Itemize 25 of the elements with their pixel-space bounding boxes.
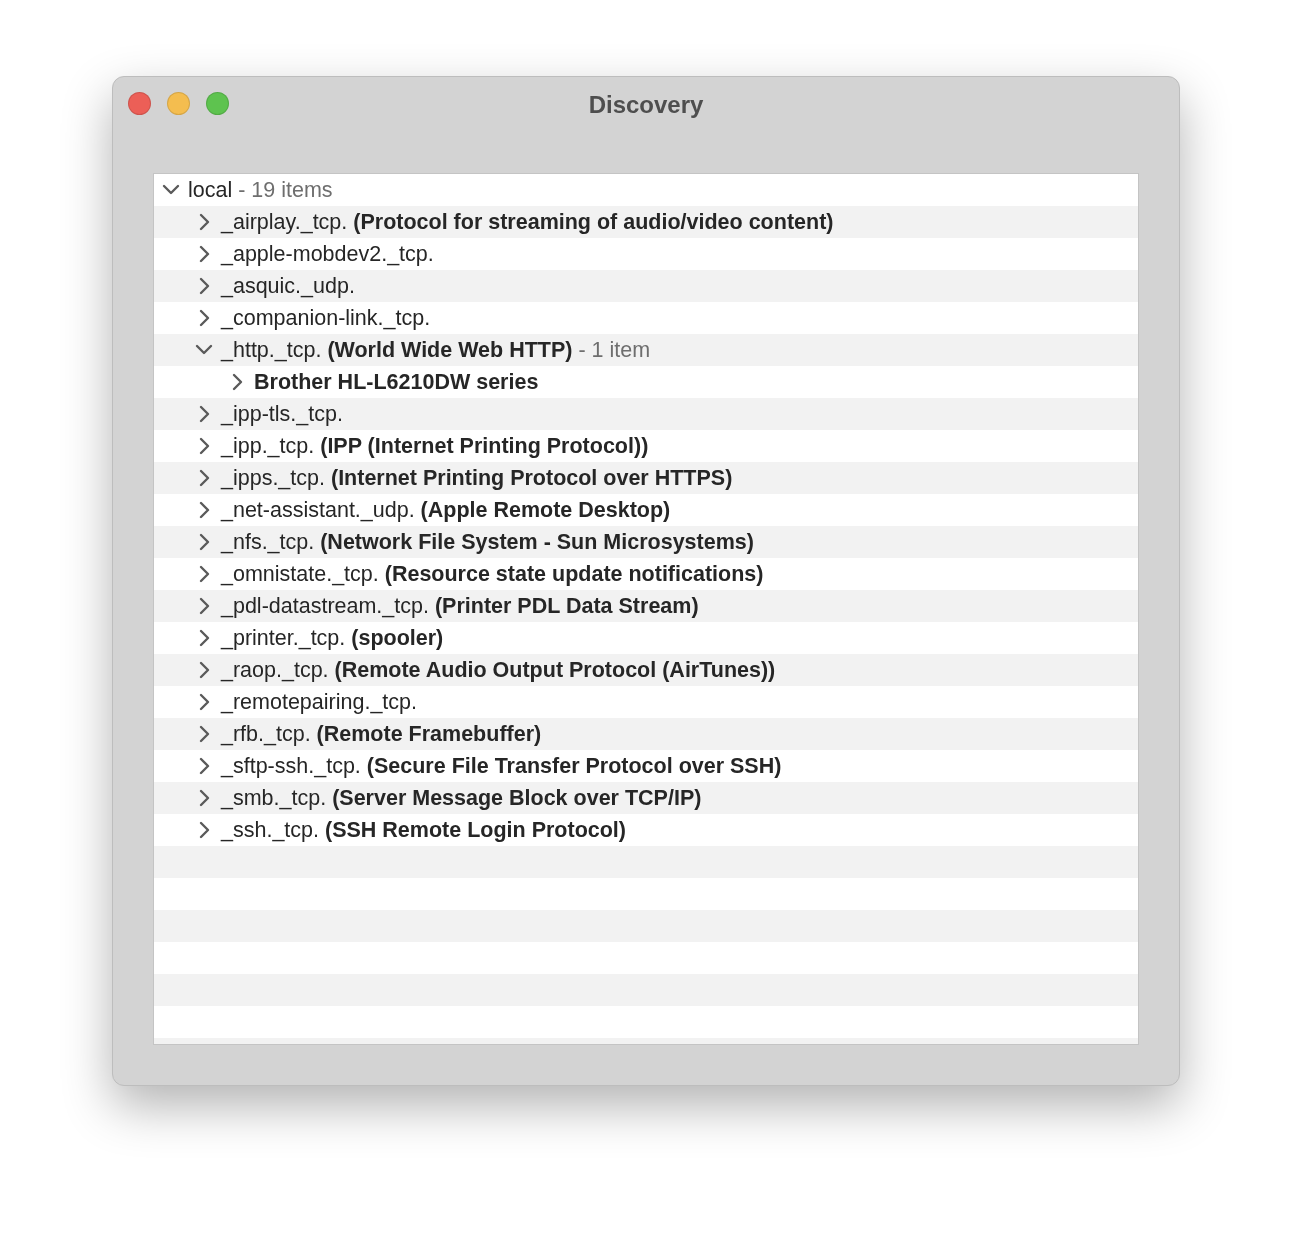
service-name: _airplay._tcp. (Protocol for streaming of audio/video content) (221, 209, 834, 235)
service-name: _ipp-tls._tcp. (221, 401, 343, 427)
service-name: _apple-mobdev2._tcp. (221, 241, 434, 267)
item-count: - 19 items (238, 177, 333, 203)
item-count: - 1 item (578, 337, 651, 363)
service-name: _raop._tcp. (Remote Audio Output Protocol (AirTunes)) (221, 657, 776, 683)
service-name: _smb._tcp. (Server Message Block over TCP/IP) (221, 785, 702, 811)
service-name: _companion-link._tcp. (221, 305, 431, 331)
service-name: _nfs._tcp. (Network File System - Sun Microsystems) (221, 529, 754, 555)
service-name: _printer._tcp. (spooler) (221, 625, 444, 651)
close-button[interactable] (128, 92, 151, 115)
service-name: _omnistate._tcp. (Resource state update notifications) (221, 561, 764, 587)
service-name: _pdl-datastream._tcp. (Printer PDL Data Stream) (221, 593, 699, 619)
service-name: _ipp._tcp. (IPP (Internet Printing Protocol)) (221, 433, 649, 459)
service-name: _ssh._tcp. (SSH Remote Login Protocol) (221, 817, 626, 843)
service-name: _rfb._tcp. (Remote Framebuffer) (221, 721, 542, 747)
service-name: _asquic._udp. (221, 273, 355, 299)
service-name: _ipps._tcp. (Internet Printing Protocol over HTTPS) (221, 465, 733, 491)
window-title: Discovery (588, 90, 704, 119)
device-name: Brother HL-L6210DW series (254, 369, 539, 395)
service-name: _net-assistant._udp. (Apple Remote Desktop) (221, 497, 671, 523)
service-name: _http._tcp. (World Wide Web HTTP) (221, 337, 573, 363)
service-name: _remotepairing._tcp. (221, 689, 417, 715)
service-name: _sftp-ssh._tcp. (Secure File Transfer Protocol over SSH) (221, 753, 782, 779)
domain-name: local (188, 177, 233, 203)
